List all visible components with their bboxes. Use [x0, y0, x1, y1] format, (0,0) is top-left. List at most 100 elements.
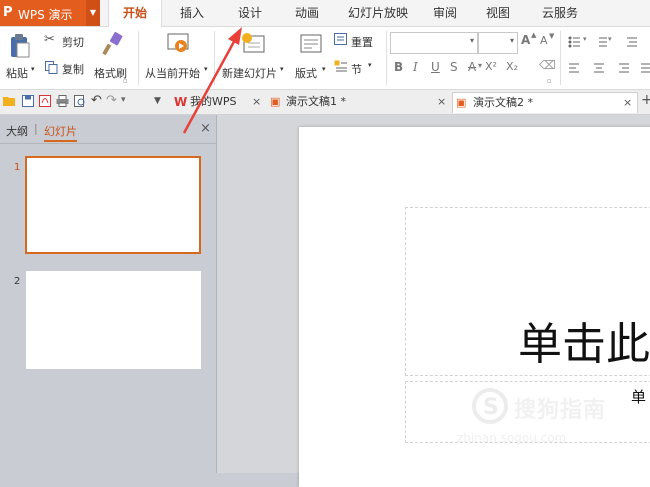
- redo-dropdown-icon[interactable]: ▾: [121, 95, 126, 105]
- tab-document-2-label: 演示文稿2 *: [473, 96, 533, 109]
- cut-label: 剪切: [62, 36, 84, 49]
- redo-icon[interactable]: ↷: [106, 93, 117, 108]
- font-name-input[interactable]: ▾: [390, 32, 478, 54]
- tab-my-wps-close-icon[interactable]: ×: [252, 92, 261, 112]
- layout-label: 版式: [295, 67, 317, 80]
- bullets-dropdown-icon[interactable]: ▾: [583, 35, 587, 43]
- section-button[interactable]: 节 ▾: [334, 59, 382, 77]
- presentation-file-icon: ▣: [456, 96, 467, 109]
- clear-format-icon[interactable]: ⌫: [539, 58, 556, 72]
- underline-button[interactable]: U: [431, 60, 440, 74]
- svg-text:S: S: [483, 395, 499, 420]
- tab-my-wps[interactable]: W 我的WPS ×: [172, 92, 264, 112]
- play-slide-icon: [167, 33, 189, 52]
- tab-view[interactable]: 视图: [478, 0, 518, 26]
- grow-font-arrow-icon: ▲: [531, 31, 537, 39]
- ribbon-divider: [214, 31, 215, 85]
- superscript-button[interactable]: X²: [485, 60, 497, 73]
- tab-document-1-label: 演示文稿1 *: [286, 95, 346, 108]
- slide-thumbnail-1[interactable]: [25, 156, 201, 254]
- copy-label: 复制: [62, 63, 84, 76]
- new-tab-icon[interactable]: +: [641, 92, 650, 108]
- panel-close-icon[interactable]: ×: [200, 121, 211, 136]
- paste-label: 粘贴: [6, 67, 28, 80]
- open-folder-icon[interactable]: [3, 95, 17, 107]
- new-slide-button[interactable]: 新建幻灯片 ▾: [219, 30, 289, 82]
- tab-home[interactable]: 开始: [108, 0, 162, 27]
- paste-button[interactable]: 粘贴 ▾: [6, 33, 35, 83]
- paste-dropdown-icon[interactable]: ▾: [31, 65, 35, 73]
- print-preview-icon[interactable]: [74, 95, 86, 107]
- slide-number: 2: [14, 276, 21, 287]
- copy-button[interactable]: 复制: [44, 59, 94, 77]
- strikethrough-button[interactable]: A: [468, 60, 476, 74]
- scissors-icon: ✂: [44, 32, 55, 47]
- shrink-font-arrow-icon: ▼: [549, 32, 555, 40]
- play-from-current-dropdown-icon[interactable]: ▾: [204, 65, 208, 73]
- clipboard-group-launcher-icon[interactable]: ▫: [123, 77, 128, 85]
- new-slide-icon: [242, 33, 265, 53]
- document-tab-bar: ↶ ↷ ▾ ▼ W 我的WPS × ▣ 演示文稿1 * × ▣ 演示文稿2 * …: [0, 90, 650, 115]
- watermark-text: 搜狗指南: [514, 398, 607, 423]
- alignment-buttons[interactable]: [567, 62, 650, 74]
- ribbon-home: 粘贴 ▾ ✂ 剪切 复制 格式刷 ▫ 从当前开始 ▾ 新建幻灯片 ▾ 版式 ▾ …: [0, 27, 650, 90]
- bold-button[interactable]: B: [394, 60, 403, 74]
- watermark-url: zhinan.sogou.com: [457, 431, 567, 445]
- section-dropdown-icon[interactable]: ▾: [368, 61, 372, 69]
- undo-icon[interactable]: ↶: [91, 93, 102, 108]
- italic-button[interactable]: I: [413, 60, 418, 74]
- tab-slideshow[interactable]: 幻灯片放映: [342, 0, 414, 26]
- print-icon[interactable]: [56, 95, 69, 107]
- quick-access-menu-icon[interactable]: ▼: [154, 96, 161, 106]
- tab-document-2[interactable]: ▣ 演示文稿2 * ×: [452, 92, 638, 113]
- app-name: WPS 演示: [18, 8, 73, 22]
- tab-slides[interactable]: 幻灯片: [44, 123, 77, 142]
- save-icon[interactable]: [22, 95, 34, 107]
- play-from-current-label: 从当前开始: [145, 67, 200, 80]
- wps-w-icon: W: [174, 95, 188, 109]
- slide-editing-area: 单击此 单 S 搜狗指南 zhinan.sogou.com: [217, 115, 650, 487]
- slides-panel: 大纲 | 幻灯片 × 1 2: [0, 115, 217, 473]
- layout-dropdown-icon[interactable]: ▾: [322, 65, 326, 73]
- cut-button[interactable]: ✂ 剪切: [44, 32, 94, 50]
- reset-button[interactable]: 重置: [334, 32, 382, 50]
- reset-icon: [334, 33, 347, 45]
- title-placeholder-text: 单击此: [518, 319, 650, 370]
- font-group-launcher-icon[interactable]: ▫: [547, 77, 552, 85]
- section-label: 节: [351, 63, 362, 76]
- tab-outline[interactable]: 大纲: [6, 123, 28, 139]
- presentation-file-icon: ▣: [270, 95, 281, 108]
- tab-insert[interactable]: 插入: [170, 0, 214, 26]
- play-from-current-button[interactable]: 从当前开始 ▾: [145, 30, 211, 82]
- strikethrough-dropdown-icon[interactable]: ▾: [478, 61, 482, 70]
- tab-document-1[interactable]: ▣ 演示文稿1 * ×: [268, 92, 448, 112]
- slide-thumbnail-2[interactable]: [26, 271, 201, 369]
- layout-button[interactable]: 版式 ▾: [294, 30, 330, 82]
- format-painter-button[interactable]: 格式刷: [94, 30, 132, 82]
- font-size-dropdown-icon[interactable]: ▾: [510, 36, 514, 45]
- copy-icon: [45, 61, 58, 74]
- title-placeholder[interactable]: 单击此: [405, 207, 650, 376]
- export-pdf-icon[interactable]: [39, 95, 51, 107]
- layout-icon: [300, 34, 322, 53]
- text-shadow-button[interactable]: S: [450, 60, 458, 74]
- tab-document-1-close-icon[interactable]: ×: [437, 92, 446, 112]
- tab-cloud-service[interactable]: 云服务: [532, 0, 588, 26]
- tab-design[interactable]: 设计: [228, 0, 272, 26]
- grow-font-button[interactable]: A: [521, 33, 530, 47]
- clipboard-icon: [11, 34, 30, 58]
- font-name-dropdown-icon[interactable]: ▾: [470, 36, 474, 45]
- new-slide-dropdown-icon[interactable]: ▾: [280, 65, 284, 73]
- new-slide-label: 新建幻灯片: [222, 67, 277, 80]
- ribbon-divider: [560, 31, 561, 85]
- tab-my-wps-label: 我的WPS: [190, 95, 237, 108]
- tab-animation[interactable]: 动画: [285, 0, 329, 26]
- app-menu-dropdown-icon[interactable]: ▼: [86, 0, 100, 26]
- tab-review[interactable]: 审阅: [425, 0, 465, 26]
- numbering-dropdown-icon[interactable]: ▾: [608, 35, 612, 43]
- app-menu-button[interactable]: P WPS 演示 ▼: [0, 0, 100, 26]
- font-size-input[interactable]: ▾: [478, 32, 518, 54]
- subscript-button[interactable]: X₂: [506, 60, 518, 73]
- tab-document-2-close-icon[interactable]: ×: [623, 93, 632, 113]
- shrink-font-button[interactable]: A: [540, 34, 548, 47]
